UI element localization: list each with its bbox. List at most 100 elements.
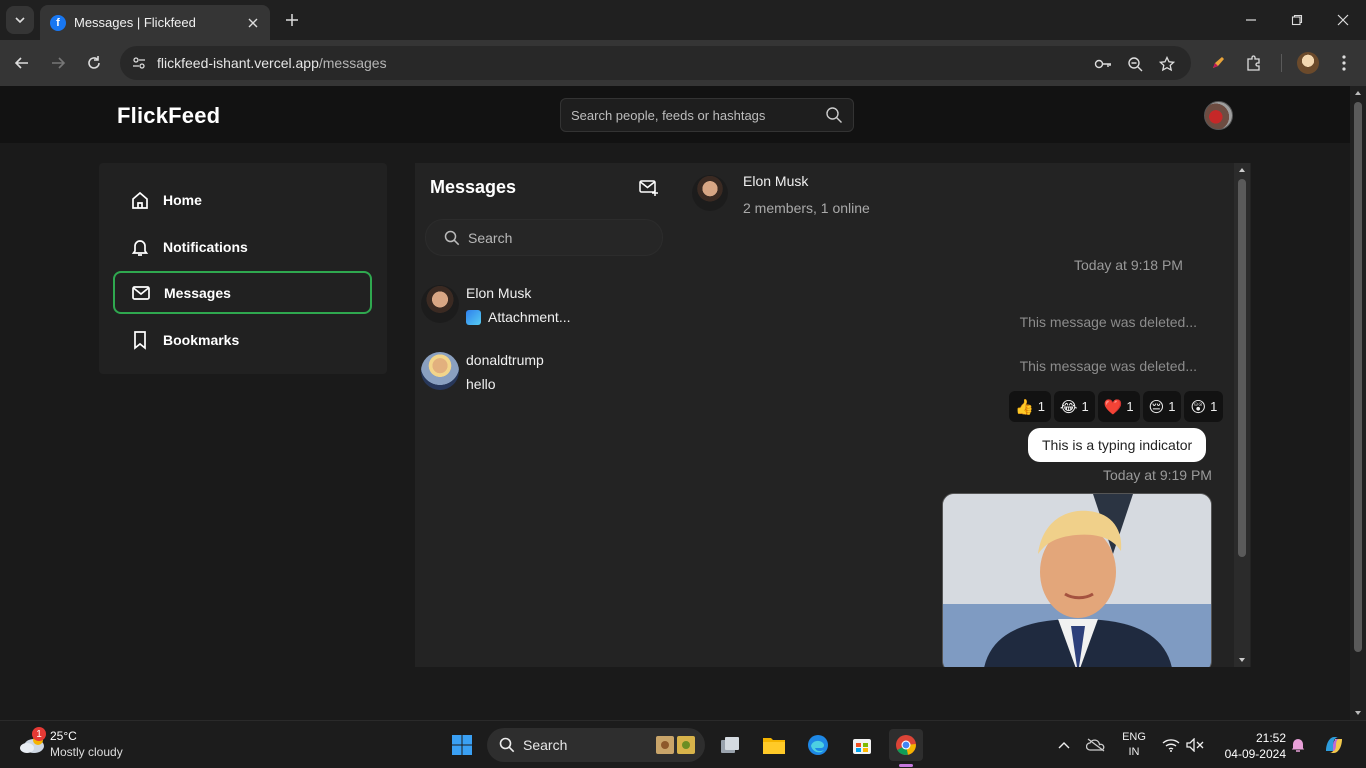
page-scrollbar[interactable] [1350,86,1366,720]
taskbar-search[interactable]: Search [487,728,705,762]
avatar [421,352,459,390]
bookmark-icon [129,329,151,351]
conversation-preview-text: Attachment... [488,309,571,325]
portrait-image [943,494,1211,667]
browser-toolbar: flickfeed-ishant.vercel.app/messages [0,40,1366,86]
bell-icon [129,236,151,258]
reload-button[interactable] [82,51,106,75]
home-icon [129,189,151,211]
chat-avatar[interactable] [692,175,728,211]
attachment-image-icon [466,309,481,325]
password-key-button[interactable] [1093,54,1113,74]
reaction-wow[interactable]: 😲 1 [1184,391,1224,422]
sidebar-item-home[interactable]: Home [113,178,372,221]
language-code: ENG [1122,731,1146,743]
search-icon [499,737,515,753]
copilot-icon [1326,737,1342,753]
url-path: /messages [318,55,387,71]
chrome-menu-button[interactable] [1333,52,1355,74]
reaction-count: 1 [1168,399,1176,414]
scroll-up-icon [1355,91,1361,95]
task-view-button[interactable] [713,729,747,761]
edge-button[interactable] [801,729,835,761]
profile-avatar[interactable] [1297,52,1319,74]
conversation-item-donaldtrump[interactable]: donaldtrump hello [421,350,661,402]
folder-icon [763,738,785,754]
chrome-button[interactable] [889,729,923,767]
copilot-button[interactable] [1322,733,1346,757]
onedrive-button[interactable] [1086,735,1106,755]
clock-date: 04-09-2024 [1224,747,1286,761]
close-tab-button[interactable] [244,14,262,32]
site-info-button[interactable] [130,54,148,72]
toolbar-divider [1281,54,1282,72]
new-message-button[interactable] [638,177,660,199]
page-scroll-thumb[interactable] [1354,102,1362,652]
message-timestamp: Today at 9:18 PM [1074,257,1183,273]
flickfeed-favicon-icon: f [50,14,66,31]
typing-indicator-bubble: This is a typing indicator [1028,428,1207,462]
pen-extension-button[interactable] [1207,52,1229,74]
wifi-button[interactable] [1161,735,1181,755]
language-indicator[interactable]: ENG IN [1118,730,1150,760]
sidebar-item-notifications[interactable]: Notifications [113,225,372,268]
browser-tab[interactable]: f Messages | Flickfeed [40,5,270,40]
more-vertical-icon [1342,55,1346,71]
back-button[interactable] [10,51,34,75]
forward-button[interactable] [46,51,70,75]
sidebar-item-messages[interactable]: Messages [113,271,372,314]
tab-search-button[interactable] [6,6,34,34]
close-window-button[interactable] [1330,8,1356,32]
volume-button[interactable] [1185,735,1205,755]
notifications-button[interactable] [1288,735,1308,755]
pen-icon [1213,57,1224,68]
user-avatar[interactable] [1204,101,1233,130]
start-button[interactable] [445,729,479,761]
zoom-button[interactable] [1125,54,1145,74]
chat-scrollbar[interactable] [1234,163,1250,667]
search-icon[interactable] [825,106,843,124]
conversation-search-input[interactable] [468,229,638,246]
weather-badge: 1 [32,727,46,741]
mail-plus-icon [639,180,658,196]
conversation-search[interactable] [425,219,663,256]
conversation-name: donaldtrump [466,352,544,368]
weather-widget[interactable]: 1 25°C Mostly cloudy [16,727,166,763]
reaction-laugh[interactable]: 😂 1 [1053,391,1095,422]
taskbar-search-label: Search [523,737,568,753]
messages-title: Messages [430,177,517,197]
sidebar-item-bookmarks[interactable]: Bookmarks [113,318,372,361]
conversation-item-elon[interactable]: Elon Musk Attachment... [421,283,661,335]
close-icon [1337,14,1349,26]
reaction-thumbs-up[interactable]: 👍 1 [1009,391,1051,422]
clock-time: 21:52 [1255,731,1286,745]
extensions-button[interactable] [1243,52,1265,74]
bookmark-star-button[interactable] [1157,54,1177,74]
reaction-sad[interactable]: 😔 1 [1142,391,1182,422]
system-clock[interactable]: 21:52 04-09-2024 [1216,730,1286,762]
avatar [421,285,459,323]
weather-temp: 25°C [50,729,77,743]
windows-taskbar: 1 25°C Mostly cloudy Search ENG IN 21:52 0… [0,720,1366,768]
weather-description: Mostly cloudy [50,745,123,759]
restore-button[interactable] [1284,8,1310,32]
deleted-message: This message was deleted... [1019,314,1197,330]
address-bar[interactable]: flickfeed-ishant.vercel.app/messages [120,46,1191,80]
chat-name[interactable]: Elon Musk [743,173,808,189]
show-hidden-icons-button[interactable] [1054,735,1074,755]
chat-scroll-thumb[interactable] [1238,179,1246,557]
scroll-down-icon [1239,658,1245,662]
tab-title: Messages | Flickfeed [74,15,196,30]
reaction-emoji: 👍 [1015,398,1034,416]
new-tab-button[interactable] [282,10,302,30]
file-explorer-button[interactable] [757,729,791,761]
app-logo[interactable]: FlickFeed [117,103,220,129]
global-search-input[interactable] [571,107,825,123]
reaction-heart[interactable]: ❤️ 1 [1097,391,1140,422]
image-attachment[interactable] [942,493,1212,667]
microsoft-store-button[interactable] [845,729,879,761]
deleted-message: This message was deleted... [1019,358,1197,374]
store-icon [853,739,871,754]
minimize-button[interactable] [1238,8,1264,32]
global-search[interactable] [560,98,854,132]
